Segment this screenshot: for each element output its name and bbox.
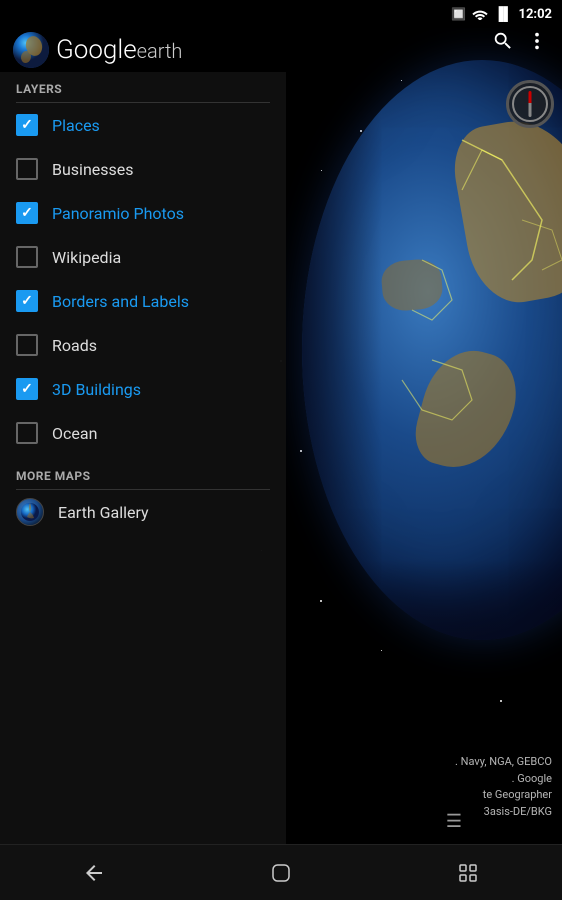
places-label: Places	[52, 116, 100, 135]
places-checkbox[interactable]: ✓	[16, 114, 38, 136]
check-mark: ✓	[21, 118, 33, 132]
check-mark: ✓	[21, 382, 33, 396]
time-display: 12:02	[519, 7, 553, 22]
roads-label: Roads	[52, 336, 97, 355]
earth-gallery-globe-icon	[16, 498, 44, 526]
borders-label: Borders and Labels	[52, 292, 189, 311]
back-icon	[82, 861, 106, 885]
layer-item-buildings[interactable]: ✓ 3D Buildings	[0, 367, 286, 411]
layer-item-places[interactable]: ✓ Places	[0, 103, 286, 147]
logo: Googleearth	[12, 31, 182, 69]
check-mark: ✓	[21, 294, 33, 308]
businesses-label: Businesses	[52, 160, 134, 179]
layer-item-ocean[interactable]: Ocean	[0, 411, 286, 455]
wifi-icon	[472, 8, 488, 20]
panoramio-checkbox[interactable]: ✓	[16, 202, 38, 224]
overflow-menu-button[interactable]	[520, 24, 554, 64]
nav-bar	[0, 844, 562, 900]
layer-item-roads[interactable]: Roads	[0, 323, 286, 367]
wikipedia-label: Wikipedia	[52, 248, 121, 267]
google-earth-logo-icon	[12, 31, 50, 69]
earth-globe	[302, 60, 562, 640]
ocean-checkbox[interactable]	[16, 422, 38, 444]
ocean-label: Ocean	[52, 424, 97, 443]
left-panel: Googleearth LAYERS ✓ Places	[0, 0, 286, 860]
buildings-label: 3D Buildings	[52, 380, 141, 399]
status-bar: 🔲 ▐▌ 12:02	[0, 0, 562, 28]
layer-item-borders[interactable]: ✓ Borders and Labels	[0, 279, 286, 323]
compass[interactable]	[506, 80, 554, 128]
bluetooth-icon: 🔲	[451, 7, 466, 21]
layer-item-earth-gallery[interactable]: Earth Gallery	[0, 490, 286, 534]
home-button[interactable]	[251, 853, 311, 893]
home-icon	[269, 861, 293, 885]
layers-section-label: LAYERS	[0, 72, 286, 102]
earth-gallery-label: Earth Gallery	[58, 503, 149, 522]
panoramio-label: Panoramio Photos	[52, 204, 184, 223]
layer-item-businesses[interactable]: Businesses	[0, 147, 286, 191]
back-button[interactable]	[64, 853, 124, 893]
overflow-menu-icon	[526, 30, 548, 52]
recents-button[interactable]	[438, 853, 498, 893]
buildings-checkbox[interactable]: ✓	[16, 378, 38, 400]
layer-item-wikipedia[interactable]: Wikipedia	[0, 235, 286, 279]
search-icon	[492, 30, 514, 52]
attribution: . Navy, NGA, GEBCO . Google te Geographe…	[455, 754, 552, 820]
more-maps-section-label: MORE MAPS	[0, 459, 286, 489]
roads-checkbox[interactable]	[16, 334, 38, 356]
layer-item-panoramio[interactable]: ✓ Panoramio Photos	[0, 191, 286, 235]
check-mark: ✓	[21, 206, 33, 220]
battery-icon: ▐▌	[494, 6, 512, 22]
businesses-checkbox[interactable]	[16, 158, 38, 180]
layers-list: ✓ Places Businesses ✓ Panoramio Photos W…	[0, 103, 286, 455]
app-title: Googleearth	[56, 35, 182, 65]
wikipedia-checkbox[interactable]	[16, 246, 38, 268]
borders-checkbox[interactable]: ✓	[16, 290, 38, 312]
map-menu-icon[interactable]: ☰	[446, 811, 462, 832]
search-button[interactable]	[486, 24, 520, 64]
recents-icon	[456, 861, 480, 885]
